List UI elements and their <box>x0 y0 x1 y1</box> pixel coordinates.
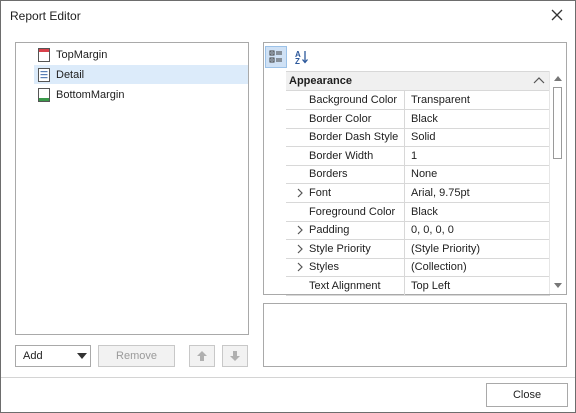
property-name: Border Width <box>286 146 405 165</box>
band-tree: TopMargin Detail BottomMargin <box>15 42 249 335</box>
arrow-down-icon <box>230 351 240 361</box>
report-editor-window: Report Editor TopMargin Detail BottomMar… <box>0 0 576 413</box>
property-description-panel <box>263 303 567 367</box>
property-grid: A Z Appearance Background Color Transpare… <box>263 42 567 296</box>
property-name: Foreground Color <box>286 202 405 221</box>
arrow-up-icon <box>197 351 207 361</box>
bottom-margin-band-icon <box>38 87 50 102</box>
chevron-right-icon[interactable] <box>296 187 304 199</box>
property-row[interactable]: Borders None <box>286 165 550 185</box>
tree-item-label: BottomMargin <box>56 88 125 101</box>
property-value[interactable]: Black <box>411 110 438 128</box>
close-icon[interactable] <box>549 7 565 23</box>
property-row[interactable]: Font Arial, 9.75pt <box>286 184 550 203</box>
alphabetical-button[interactable]: A Z <box>291 46 313 68</box>
property-row[interactable]: Border Dash Style Solid <box>286 128 550 148</box>
chevron-right-icon[interactable] <box>296 261 304 273</box>
chevron-right-icon[interactable] <box>296 243 304 255</box>
property-row[interactable]: Border Color Black <box>286 109 550 129</box>
property-grid-scrollbar[interactable] <box>549 71 565 294</box>
property-value[interactable]: (Style Priority) <box>411 240 480 258</box>
property-value[interactable]: 0, 0, 0, 0 <box>411 221 454 239</box>
add-dropdown-label: Add <box>23 350 43 362</box>
property-list: Appearance Background Color Transparent Bo… <box>286 71 550 296</box>
remove-button[interactable]: Remove <box>98 345 175 367</box>
tree-item-bottommargin[interactable]: BottomMargin <box>34 85 248 104</box>
window-title: Report Editor <box>10 9 81 23</box>
property-value[interactable]: Black <box>411 203 438 221</box>
property-value[interactable]: Transparent <box>411 91 470 109</box>
scroll-up-icon[interactable] <box>550 71 565 85</box>
detail-band-icon <box>38 67 50 82</box>
property-row[interactable]: Padding 0, 0, 0, 0 <box>286 221 550 241</box>
property-name: Background Color <box>286 91 405 109</box>
svg-text:Z: Z <box>295 57 300 65</box>
move-down-button[interactable] <box>222 345 248 367</box>
tree-item-topmargin[interactable]: TopMargin <box>34 45 248 64</box>
property-value[interactable]: (Collection) <box>411 258 467 276</box>
property-row[interactable]: Background Color Transparent <box>286 91 550 110</box>
property-row[interactable]: Border Width 1 <box>286 146 550 166</box>
property-value[interactable]: Arial, 9.75pt <box>411 184 470 202</box>
property-name: Borders <box>286 165 405 184</box>
sort-alphabetical-icon: A Z <box>295 50 308 65</box>
top-margin-band-icon <box>38 47 50 62</box>
property-name: Border Dash Style <box>286 128 405 147</box>
title-bar: Report Editor <box>1 1 575 31</box>
scroll-down-icon[interactable] <box>550 278 565 292</box>
property-row[interactable]: Text Alignment Top Left <box>286 277 550 296</box>
property-name: Border Color <box>286 109 405 128</box>
tree-item-label: Detail <box>56 68 85 81</box>
footer-divider <box>1 377 575 378</box>
move-up-button[interactable] <box>189 345 215 367</box>
tree-item-detail[interactable]: Detail <box>34 65 248 84</box>
property-row[interactable]: Styles (Collection) <box>286 258 550 278</box>
scrollbar-thumb[interactable] <box>553 87 562 159</box>
categorized-button[interactable] <box>265 46 287 68</box>
property-row[interactable]: Foreground Color Black <box>286 202 550 222</box>
chevron-down-icon <box>74 346 90 366</box>
category-label: Appearance <box>289 75 352 87</box>
property-row[interactable]: Style Priority (Style Priority) <box>286 239 550 259</box>
tree-item-label: TopMargin <box>56 48 108 61</box>
property-value[interactable]: Solid <box>411 128 435 146</box>
categorized-icon <box>269 50 282 63</box>
category-appearance[interactable]: Appearance <box>286 72 550 91</box>
property-name: Text Alignment <box>286 277 405 295</box>
close-button[interactable]: Close <box>486 383 568 407</box>
chevron-right-icon[interactable] <box>296 224 304 236</box>
property-value[interactable]: 1 <box>411 147 417 165</box>
chevron-up-icon[interactable] <box>533 75 545 88</box>
add-dropdown[interactable]: Add <box>15 345 91 367</box>
property-grid-toolbar: A Z <box>264 43 566 71</box>
property-value[interactable]: Top Left <box>411 277 450 295</box>
property-value[interactable]: None <box>411 165 437 183</box>
